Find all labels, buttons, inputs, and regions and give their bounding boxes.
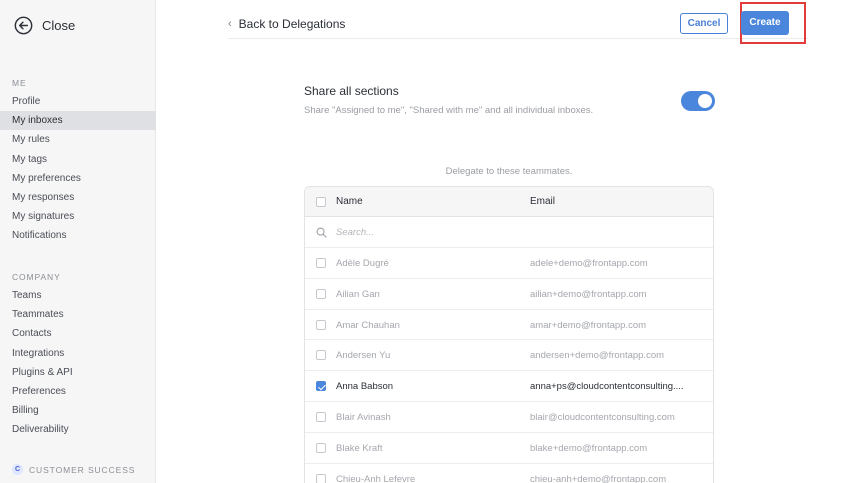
search-icon: [316, 227, 327, 238]
teammate-email: adele+demo@frontapp.com: [530, 258, 648, 269]
sidebar-item-deliverability[interactable]: Deliverability: [0, 420, 156, 439]
sidebar-item-my-responses[interactable]: My responses: [0, 188, 156, 207]
teammate-name: Andersen Yu: [336, 350, 391, 362]
sidebar-item-notifications[interactable]: Notifications: [0, 226, 156, 245]
chevron-left-icon: ‹: [228, 18, 232, 30]
teammate-email: anna+ps@cloudcontentconsulting....: [530, 381, 684, 393]
cancel-button[interactable]: Cancel: [680, 13, 728, 34]
teammate-name: Adèle Dugré: [336, 258, 389, 269]
sidebar-item-teams[interactable]: Teams: [0, 286, 156, 305]
teammate-email: chieu-anh+demo@frontapp.com: [530, 473, 667, 483]
sidebar-item-integrations[interactable]: Integrations: [0, 344, 156, 363]
teammate-name: Anna Babson: [336, 381, 394, 393]
row-checkbox[interactable]: [316, 442, 326, 453]
section-label-me: ME: [12, 78, 27, 88]
table-row[interactable]: Andersen Yu andersen+demo@frontapp.com: [305, 340, 713, 372]
teammate-email: andersen+demo@frontapp.com: [530, 350, 665, 362]
teammate-name: Chieu-Anh Lefevre: [336, 473, 416, 483]
teammate-name: Blair Avinash: [336, 411, 391, 423]
select-all-checkbox[interactable]: [316, 197, 326, 207]
customer-success-badge: C: [12, 464, 23, 475]
table-body: Adèle Dugré adele+demo@frontapp.com Ailian…: [305, 248, 713, 483]
sidebar-item-my-rules[interactable]: My rules: [0, 130, 156, 149]
sidebar-item-my-signatures[interactable]: My signatures: [0, 207, 156, 226]
close-button[interactable]: Close: [14, 14, 75, 36]
teammate-name: Ailian Gan: [336, 288, 380, 300]
search-row: [305, 217, 713, 248]
row-checkbox[interactable]: [316, 258, 326, 268]
teammate-name: Amar Chauhan: [336, 319, 400, 331]
create-button[interactable]: Create: [741, 11, 789, 35]
sidebar-item-billing[interactable]: Billing: [0, 401, 156, 420]
delegate-caption: Delegate to these teammates.: [445, 166, 573, 177]
table-row[interactable]: Chieu-Anh Lefevre chieu-anh+demo@frontapp…: [305, 464, 713, 483]
table-row[interactable]: Adèle Dugré adele+demo@frontapp.com: [305, 248, 713, 279]
sidebar-item-profile[interactable]: Profile: [0, 92, 156, 111]
sidebar-item-contacts[interactable]: Contacts: [0, 324, 156, 343]
teammates-table: Name Email Adèle Dugré adele+demo@frontap…: [304, 186, 714, 483]
share-all-sections-toggle[interactable]: [681, 91, 715, 111]
table-row[interactable]: Blair Avinash blair@cloudcontentconsultin…: [305, 402, 713, 433]
row-checkbox[interactable]: [316, 288, 326, 299]
table-row[interactable]: Ailian Gan ailian+demo@frontapp.com: [305, 279, 713, 310]
toggle-knob: [698, 94, 712, 108]
row-checkbox[interactable]: [316, 411, 326, 422]
sidebar-item-plugins-api[interactable]: Plugins & API: [0, 363, 156, 382]
sidebar-item-my-tags[interactable]: My tags: [0, 150, 156, 169]
table-row[interactable]: Anna Babson anna+ps@cloudcontentconsultin…: [305, 371, 713, 402]
sidebar-item-teammates[interactable]: Teammates: [0, 305, 156, 324]
sidebar: Close ME Profile My inboxes My rules My tag…: [0, 0, 156, 483]
teammate-email: blake+demo@frontapp.com: [530, 442, 648, 454]
customer-success-section[interactable]: C CUSTOMER SUCCESS: [12, 464, 135, 475]
row-checkbox[interactable]: [316, 350, 326, 361]
back-label: Back to Delegations: [238, 17, 346, 31]
table-row[interactable]: Blake Kraft blake+demo@frontapp.com: [305, 433, 713, 464]
row-checkbox[interactable]: [316, 473, 326, 483]
teammate-email: ailian+demo@frontapp.com: [530, 288, 647, 300]
search-input[interactable]: [336, 224, 696, 241]
close-label: Close: [42, 17, 76, 33]
share-all-sections-title: Share all sections: [304, 84, 399, 98]
teammate-email: blair@cloudcontentconsulting.com: [530, 411, 675, 423]
back-to-delegations-link[interactable]: ‹ Back to Delegations: [228, 14, 345, 34]
me-nav: Profile My inboxes My rules My tags My prefe…: [0, 92, 156, 246]
sidebar-item-my-inboxes[interactable]: My inboxes: [0, 111, 156, 131]
sidebar-item-my-preferences[interactable]: My preferences: [0, 169, 156, 188]
company-nav: Teams Teammates Contacts Integrations Plugin…: [0, 286, 156, 440]
email-column-header: Email: [530, 196, 556, 207]
customer-success-label: CUSTOMER SUCCESS: [29, 464, 136, 475]
table-header: Name Email: [305, 187, 713, 217]
teammate-email: amar+demo@frontapp.com: [530, 319, 647, 331]
header: ‹ Back to Delegations Cancel Create: [228, 0, 808, 44]
name-column-header: Name: [336, 196, 363, 207]
circle-arrow-left-icon: [14, 16, 33, 34]
sidebar-item-preferences[interactable]: Preferences: [0, 382, 156, 401]
app: Close ME Profile My inboxes My rules My tag…: [0, 0, 860, 483]
row-checkbox[interactable]: [316, 381, 326, 392]
row-checkbox[interactable]: [316, 319, 326, 330]
teammate-name: Blake Kraft: [336, 442, 383, 454]
share-all-sections-description: Share "Assigned to me", "Shared with me"…: [304, 105, 594, 116]
table-row[interactable]: Amar Chauhan amar+demo@frontapp.com: [305, 310, 713, 341]
section-label-company: COMPANY: [12, 272, 61, 282]
